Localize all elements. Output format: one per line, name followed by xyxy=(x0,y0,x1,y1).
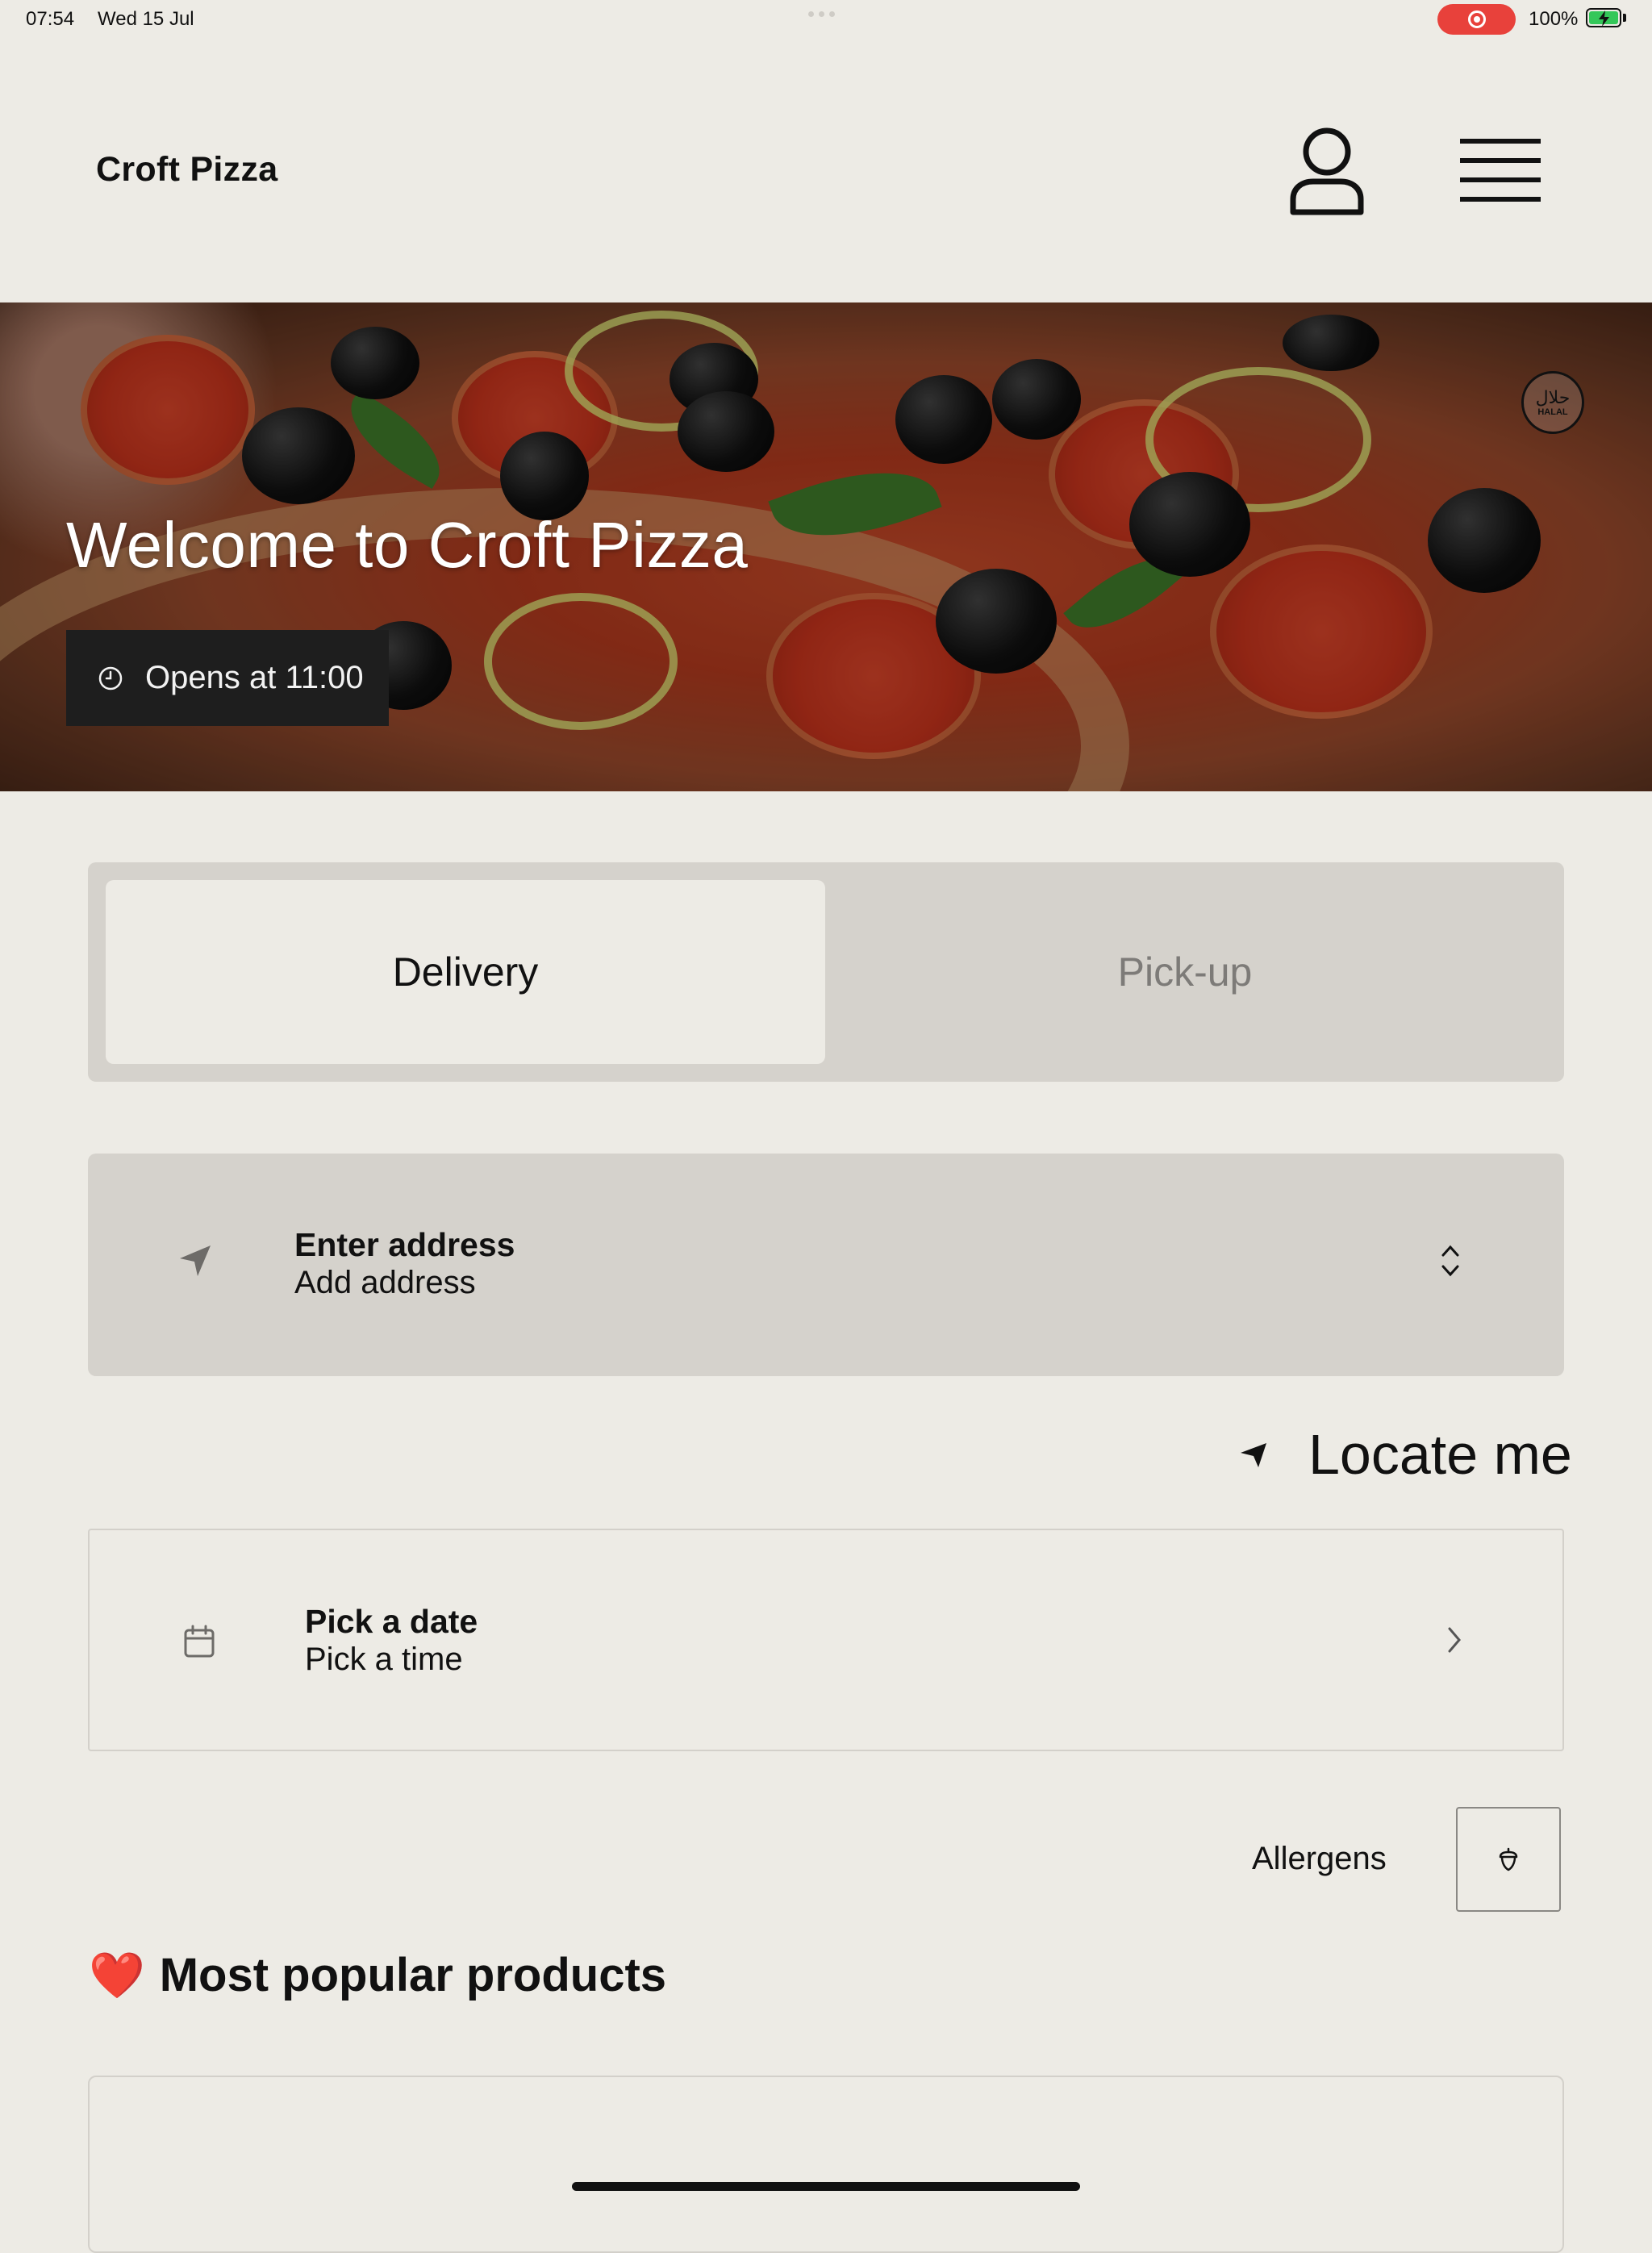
screen-recording-indicator[interactable] xyxy=(1437,4,1516,35)
heart-icon: ❤️ xyxy=(89,1949,145,2001)
pickup-option[interactable]: Pick-up xyxy=(825,880,1545,1064)
clock-icon xyxy=(98,666,123,690)
halal-badge-arabic: حلال xyxy=(1535,387,1571,407)
record-icon xyxy=(1467,10,1486,28)
allergens-button[interactable] xyxy=(1456,1807,1561,1912)
delivery-option[interactable]: Delivery xyxy=(106,880,825,1064)
allergens-label: Allergens xyxy=(1252,1841,1387,1876)
address-subtitle: Add address xyxy=(294,1265,476,1300)
schedule-selector[interactable]: Pick a date Pick a time xyxy=(88,1529,1564,1751)
battery-icon xyxy=(1586,8,1621,27)
menu-button[interactable] xyxy=(1458,134,1542,207)
popular-products-title: Most popular products xyxy=(159,1949,667,2001)
order-type-toggle: Delivery Pick-up xyxy=(88,862,1564,1082)
brand-name[interactable]: Croft Pizza xyxy=(96,150,277,190)
acorn-icon xyxy=(1499,1847,1518,1871)
welcome-title: Welcome to Croft Pizza xyxy=(66,509,749,581)
chevron-up-down-icon xyxy=(1441,1245,1459,1277)
popular-products-heading: ❤️ Most popular products xyxy=(89,1948,666,2002)
time-subtitle: Pick a time xyxy=(305,1642,463,1677)
address-selector[interactable]: Enter address Add address xyxy=(88,1154,1564,1376)
multitasking-dots[interactable] xyxy=(808,11,835,17)
locate-me-label: Locate me xyxy=(1308,1423,1572,1486)
address-title: Enter address xyxy=(294,1226,515,1263)
product-card[interactable] xyxy=(88,2076,1564,2253)
charging-bolt-icon xyxy=(1599,10,1609,27)
halal-badge-label: HALAL xyxy=(1537,407,1568,417)
status-date: Wed 15 Jul xyxy=(98,8,194,30)
battery-percentage: 100% xyxy=(1529,8,1579,30)
user-icon xyxy=(1290,127,1364,215)
calendar-icon xyxy=(184,1625,215,1658)
battery-cap xyxy=(1623,14,1626,22)
halal-badge: حلال HALAL xyxy=(1521,371,1584,434)
account-button[interactable] xyxy=(1289,125,1365,217)
locate-me-button[interactable]: Locate me xyxy=(1237,1422,1572,1487)
home-indicator[interactable] xyxy=(572,2182,1080,2191)
date-title: Pick a date xyxy=(305,1603,478,1640)
status-time: 07:54 xyxy=(26,8,75,30)
chevron-right-icon xyxy=(1448,1627,1461,1653)
location-arrow-icon xyxy=(180,1245,211,1276)
hamburger-menu-icon xyxy=(1460,139,1541,202)
opening-hours-text: Opens at 11:00 xyxy=(145,660,364,695)
opening-hours-badge: Opens at 11:00 xyxy=(66,630,389,726)
location-arrow-icon xyxy=(1241,1443,1266,1467)
